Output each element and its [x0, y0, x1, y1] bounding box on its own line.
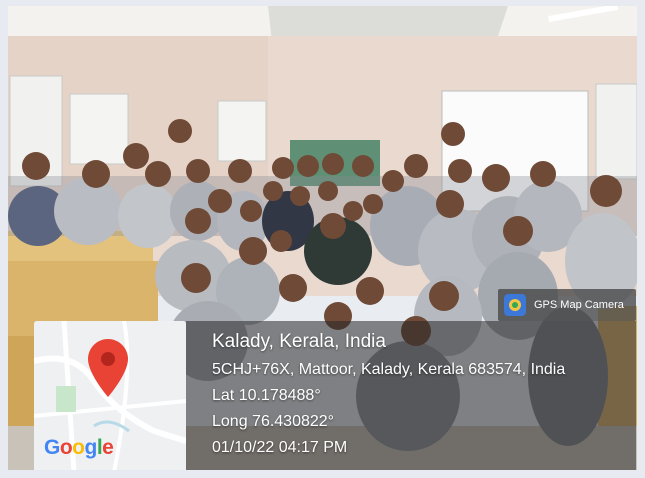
- latitude: Lat 10.178488°: [212, 387, 321, 404]
- google-logo: Google: [44, 436, 114, 459]
- app-badge: GPS Map Camera: [498, 289, 636, 321]
- photo-frame: GPS Map Camera Google Kalady, Kerala, In…: [0, 0, 645, 478]
- location-address: 5CHJ+76X, Mattoor, Kalady, Kerala 683574…: [212, 361, 566, 378]
- geo-stamp: Google Kalady, Kerala, India 5CHJ+76X, M…: [34, 321, 636, 470]
- app-badge-label: GPS Map Camera: [534, 299, 624, 311]
- map-thumbnail: Google: [34, 321, 186, 470]
- gps-camera-app-icon: [504, 294, 526, 316]
- timestamp: 01/10/22 04:17 PM: [212, 439, 348, 456]
- location-info: Kalady, Kerala, India 5CHJ+76X, Mattoor,…: [186, 321, 636, 470]
- map-pin-icon: [88, 339, 128, 397]
- location-title: Kalady, Kerala, India: [212, 331, 386, 352]
- longitude: Long 76.430822°: [212, 413, 335, 430]
